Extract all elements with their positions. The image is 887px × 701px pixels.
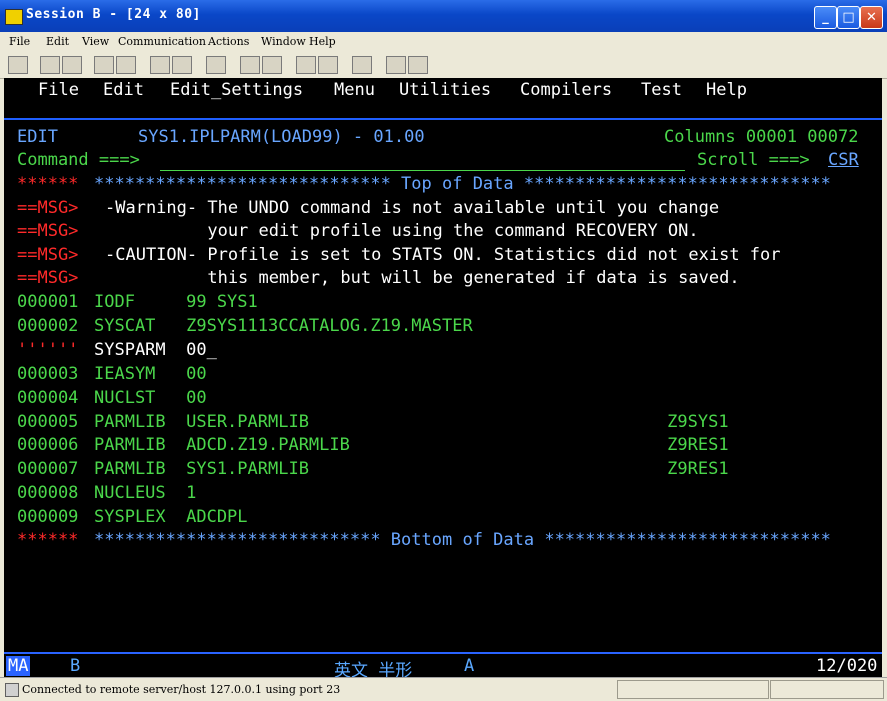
data-line-text[interactable]: IODF 99 SYS1	[94, 291, 258, 313]
msg-text: -Warning- The UNDO command is not availa…	[105, 198, 720, 218]
menu-bar: File Edit View Communication Actions Win…	[0, 32, 887, 52]
ispf-menu-menu[interactable]: Menu	[334, 79, 375, 101]
msg-prefix: ==MSG>	[17, 268, 79, 288]
msg-text: your edit profile using the command RECO…	[105, 221, 699, 241]
scroll-input[interactable]: CSR	[828, 149, 859, 171]
connection-icon	[5, 683, 19, 697]
top-line-prefix: ******	[17, 174, 79, 194]
clipboard-icon[interactable]	[352, 56, 372, 74]
title-bar[interactable]: Session B - [24 x 80] _ □ ✕	[0, 0, 887, 32]
edit-icon[interactable]	[408, 56, 428, 74]
copy-icon[interactable]	[40, 56, 60, 74]
oia-session: B	[70, 656, 81, 676]
line-number[interactable]: 000002	[17, 315, 78, 337]
msg-text: -CAUTION- Profile is set to STATS ON. St…	[105, 245, 781, 265]
menu-help[interactable]: Help	[309, 35, 336, 48]
bottom-of-data-line: **************************** Bottom of D…	[94, 530, 831, 550]
edit-mode-label: EDIT	[17, 127, 58, 147]
macro-icon[interactable]	[296, 56, 316, 74]
terminal-window: Session B - [24 x 80] _ □ ✕ File Edit Vi…	[0, 0, 887, 701]
command-label: Command ===>	[17, 150, 140, 170]
dataset-name: SYS1.IPLPARM(LOAD99) - 01.00	[138, 127, 425, 147]
data-line-text[interactable]: SYSPARM 00_	[94, 339, 217, 361]
maximize-button[interactable]: □	[837, 6, 860, 29]
data-line-text[interactable]: PARMLIB SYS1.PARMLIB Z9RES1	[94, 458, 729, 480]
oia-ime-mode: A	[464, 656, 475, 676]
line-number[interactable]: 000005	[17, 411, 78, 433]
oia-ma-indicator: MA	[6, 656, 31, 676]
send-icon[interactable]	[94, 56, 114, 74]
msg-prefix: ==MSG>	[17, 245, 79, 265]
print-screen-icon[interactable]	[8, 56, 28, 74]
line-number[interactable]: 000006	[17, 434, 78, 456]
record-icon[interactable]	[240, 56, 260, 74]
ispf-menu-compilers[interactable]: Compilers	[520, 79, 612, 101]
msg-prefix: ==MSG>	[17, 221, 79, 241]
data-line-text[interactable]: NUCLST 00	[94, 387, 207, 409]
action-bar-divider	[4, 118, 882, 120]
command-input[interactable]	[160, 149, 685, 171]
menu-window[interactable]: Window	[261, 35, 306, 48]
data-line-text[interactable]: PARMLIB ADCD.Z19.PARMLIB Z9RES1	[94, 434, 729, 456]
receive-icon[interactable]	[116, 56, 136, 74]
color-icon[interactable]	[172, 56, 192, 74]
line-number[interactable]: 000007	[17, 458, 78, 480]
ispf-menu-file[interactable]: File	[38, 79, 79, 101]
map-icon[interactable]	[206, 56, 226, 74]
minimize-button[interactable]: _	[814, 6, 837, 29]
play-icon[interactable]	[262, 56, 282, 74]
ispf-menu-utilities[interactable]: Utilities	[399, 79, 491, 101]
menu-view[interactable]: View	[82, 35, 109, 48]
data-line-text[interactable]: SYSCAT Z9SYS1113CCATALOG.Z19.MASTER	[94, 315, 473, 337]
paste-icon[interactable]	[62, 56, 82, 74]
msg-text: this member, but will be generated if da…	[105, 268, 740, 288]
bottom-line-prefix: ******	[17, 530, 79, 550]
line-number[interactable]: 000009	[17, 506, 78, 528]
data-line-text[interactable]: SYSPLEX ADCDPL	[94, 506, 248, 528]
oia-cursor-position: 12/020	[816, 656, 878, 676]
line-number[interactable]: 000004	[17, 387, 78, 409]
display-icon[interactable]	[150, 56, 170, 74]
data-line-text[interactable]: NUCLEUS 1	[94, 482, 196, 504]
scroll-label: Scroll ===>	[697, 150, 810, 170]
app-icon[interactable]	[5, 9, 23, 25]
terminal-screen[interactable]: File Edit Edit_Settings Menu Utilities C…	[4, 78, 882, 652]
ispf-menu-help[interactable]: Help	[706, 79, 747, 101]
line-number[interactable]: 000001	[17, 291, 78, 313]
msg-prefix: ==MSG>	[17, 198, 79, 218]
line-number[interactable]: ''''''	[17, 339, 78, 361]
run-icon[interactable]	[318, 56, 338, 74]
toolbar	[0, 52, 887, 79]
menu-edit[interactable]: Edit	[46, 35, 69, 48]
ispf-menu-edit[interactable]: Edit	[103, 79, 144, 101]
menu-file[interactable]: File	[9, 35, 30, 48]
operator-info-area: MA B 英文 半形 A 12/020	[4, 652, 882, 681]
status-panel	[617, 680, 769, 699]
line-number[interactable]: 000008	[17, 482, 78, 504]
ispf-menu-edit-settings[interactable]: Edit_Settings	[170, 79, 303, 101]
globe-icon[interactable]	[386, 56, 406, 74]
top-of-data-line: ***************************** Top of Dat…	[94, 174, 831, 194]
ispf-menu-test[interactable]: Test	[641, 79, 682, 101]
data-line-text[interactable]: IEASYM 00	[94, 363, 207, 385]
status-panel	[770, 680, 884, 699]
columns-indicator: Columns 00001 00072	[664, 127, 859, 147]
window-title: Session B - [24 x 80]	[26, 7, 201, 22]
status-message: Connected to remote server/host 127.0.0.…	[22, 683, 341, 696]
menu-actions[interactable]: Actions	[208, 35, 249, 48]
status-bar: Connected to remote server/host 127.0.0.…	[0, 677, 887, 701]
menu-communication[interactable]: Communication	[118, 35, 206, 48]
data-line-text[interactable]: PARMLIB USER.PARMLIB Z9SYS1	[94, 411, 729, 433]
line-number[interactable]: 000003	[17, 363, 78, 385]
close-button[interactable]: ✕	[860, 6, 883, 29]
